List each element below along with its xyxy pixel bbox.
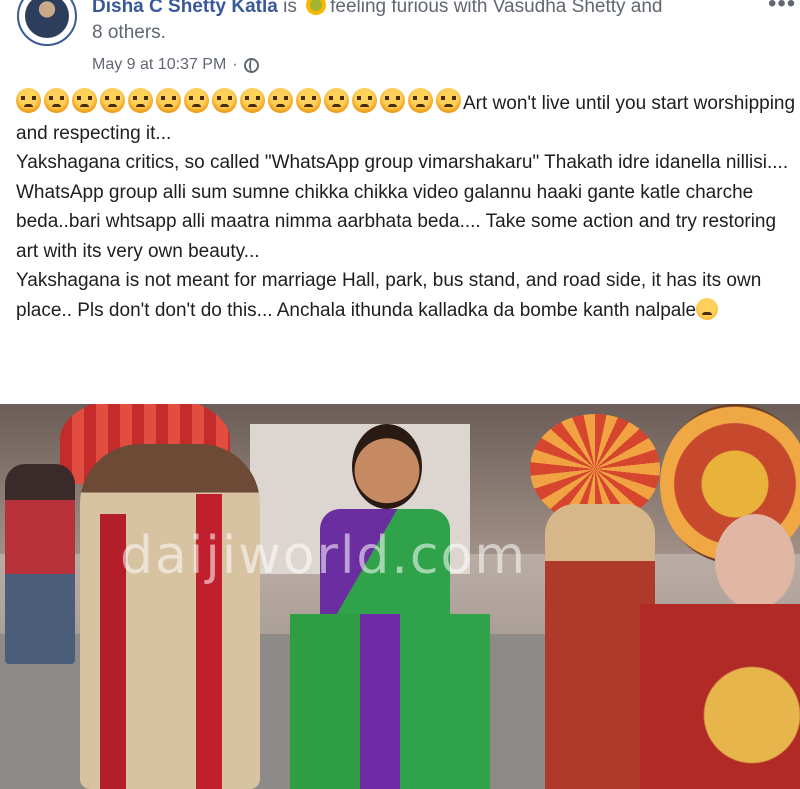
more-options-icon[interactable]: ••• <box>768 0 796 18</box>
post-text-4: Yakshagana is not meant for marriage Hal… <box>16 270 762 321</box>
sad-face-emoji-icon <box>696 297 719 320</box>
post-line-2: Yakshagana critics, so called "WhatsApp … <box>16 152 789 173</box>
avatar[interactable] <box>17 0 77 46</box>
angry-emoji-icon <box>156 88 181 113</box>
angry-emoji-icon <box>44 88 69 113</box>
angry-emoji-icon <box>296 88 321 113</box>
author-line: Disha C Shetty Katla is feeling furious … <box>92 0 663 20</box>
photo-bride-head <box>352 424 422 509</box>
angry-emoji-icon <box>268 88 293 113</box>
angry-emoji-icon <box>128 88 153 113</box>
post-photo[interactable]: daijiworld.com <box>0 404 800 789</box>
angry-emoji-row <box>16 88 461 113</box>
timestamp-link[interactable]: May 9 at 10:37 PM <box>92 56 226 74</box>
angry-emoji-icon <box>380 88 405 113</box>
angry-emoji-icon <box>352 88 377 113</box>
tagged-others-link[interactable]: 8 others. <box>92 22 166 44</box>
angry-emoji-icon <box>408 88 433 113</box>
is-word: is <box>283 0 297 17</box>
post-line-3: WhatsApp group alli sum sumne chikka chi… <box>16 181 777 262</box>
post-meta: May 9 at 10:37 PM · <box>92 56 259 74</box>
globe-icon[interactable] <box>243 57 259 73</box>
author-name-link[interactable]: Disha C Shetty Katla <box>92 0 278 17</box>
photo-performer-body <box>545 504 655 789</box>
photo-bride-saree <box>290 614 490 789</box>
angry-emoji-icon <box>436 88 461 113</box>
angry-emoji-icon <box>240 88 265 113</box>
photo-performer-2-face <box>715 514 795 609</box>
post-body: Art won't live until you start worshippi… <box>16 88 796 325</box>
post-header: Disha C Shetty Katla is feeling furious … <box>0 0 800 84</box>
avatar-image <box>25 0 69 38</box>
feeling-text[interactable]: feeling furious with Vasudha Shetty and <box>330 0 662 17</box>
angry-emoji-icon <box>72 88 97 113</box>
meta-separator: · <box>232 56 238 73</box>
angry-emoji-icon <box>324 88 349 113</box>
angry-emoji-icon <box>212 88 237 113</box>
post-line-1: Art won't live until you start worshippi… <box>16 88 796 148</box>
photo-bystander <box>5 464 75 664</box>
angry-emoji-icon <box>16 88 41 113</box>
furious-emoji-icon <box>306 0 327 15</box>
photo-watermark: daijiworld.com <box>120 526 527 586</box>
post-line-4: Yakshagana is not meant for marriage Hal… <box>16 266 796 325</box>
angry-emoji-icon <box>184 88 209 113</box>
angry-emoji-icon <box>100 88 125 113</box>
photo-performer-2-body <box>640 604 800 789</box>
